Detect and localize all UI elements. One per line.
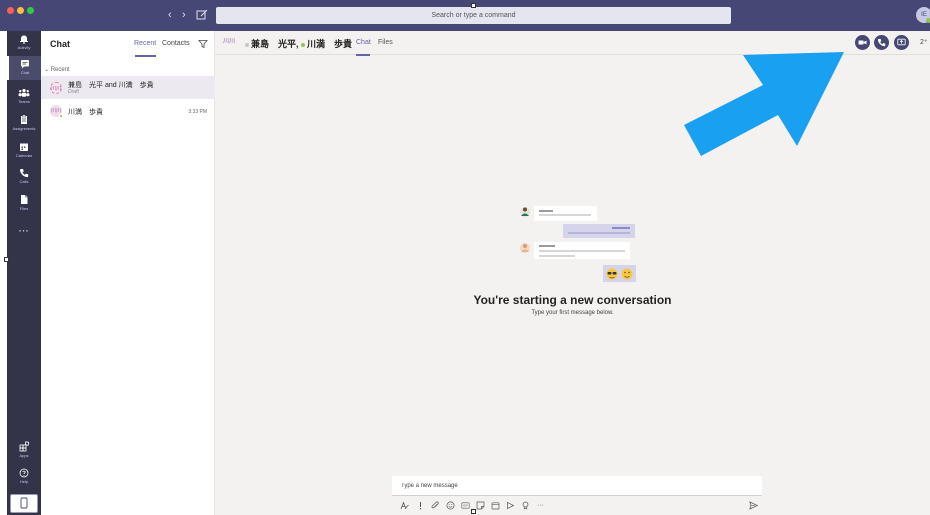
tab-contacts[interactable]: Contacts [162, 40, 190, 47]
mobile-icon [20, 497, 28, 509]
attach-icon[interactable] [431, 501, 440, 510]
participant-name: 川満 歩貴 [307, 39, 353, 49]
conversation-header: 川川 兼島 光平, 川満 歩貴 Chat Files 2⁺ [215, 31, 930, 56]
search-input[interactable]: Search or type a command [216, 7, 731, 24]
add-people-button[interactable]: 2⁺ [920, 38, 928, 46]
empty-state-title: You're starting a new conversation [473, 293, 672, 307]
chat-list-item[interactable]: 川川 川満 歩貴 3:33 PM [41, 100, 215, 123]
tab-recent[interactable]: Recent [134, 40, 156, 47]
title-bar: ‹ › Search or type a command IE [0, 0, 930, 31]
tab-recent-indicator [135, 55, 156, 57]
filter-icon[interactable] [198, 39, 208, 49]
rail-label-help: Help [19, 479, 29, 484]
rail-label-teams: Teams [18, 99, 30, 104]
message-input[interactable] [392, 476, 762, 496]
rail-label-assignments: Assignments [12, 126, 36, 131]
rail-item-activity[interactable]: Activity [7, 34, 41, 50]
rail-item-calendar[interactable]: Calendar [7, 142, 41, 158]
selection-handle [471, 509, 476, 514]
rail-label-calendar: Calendar [15, 153, 33, 158]
rail-label-apps: Apps [19, 453, 29, 458]
assignments-icon [21, 114, 27, 124]
window-maximize-button[interactable] [27, 7, 34, 14]
window-close-button[interactable] [7, 7, 14, 14]
gif-icon[interactable]: GIF [461, 501, 470, 510]
tab-files[interactable]: Files [378, 39, 393, 46]
teams-icon [18, 88, 30, 97]
recent-section-text: Recent [50, 67, 70, 73]
rail-label-calls: Calls [19, 179, 29, 184]
share-screen-button[interactable] [894, 35, 909, 50]
participant-name: 兼島 光平, [251, 39, 299, 49]
svg-text:GIF: GIF [463, 504, 468, 508]
file-icon [21, 195, 28, 204]
rail-label-chat: Chat [20, 70, 30, 75]
rail-item-apps[interactable]: Apps [7, 441, 41, 458]
chat-item-time: 3:33 PM [188, 109, 207, 115]
important-icon[interactable] [416, 501, 425, 510]
stream-icon[interactable] [506, 501, 515, 510]
rail-item-files[interactable]: Files [7, 194, 41, 211]
sticker-icon[interactable] [476, 501, 485, 510]
chat-list-item[interactable]: 川川 兼島 光平 and 川満 歩貴 Draft [41, 76, 215, 99]
group-avatar: 川川 [223, 39, 236, 45]
phone-icon [877, 38, 886, 47]
rail-item-teams[interactable]: Teams [7, 88, 41, 104]
back-button[interactable]: ‹ [168, 9, 172, 21]
calendar-icon [20, 143, 28, 151]
rail-item-calls[interactable]: Calls [7, 168, 41, 184]
chat-item-name: 川満 歩貴 [68, 109, 103, 116]
forward-button[interactable]: › [182, 9, 186, 21]
more-options-icon[interactable]: ··· [536, 501, 545, 510]
conversation-title[interactable]: 兼島 光平, 川満 歩貴 [245, 37, 352, 50]
new-chat-icon[interactable] [196, 9, 208, 21]
chat-item-name: 兼島 光平 and 川満 歩貴 [68, 82, 154, 89]
app-bar: Activity Chat Teams Assignments Calendar… [7, 31, 41, 515]
presence-available-icon [59, 114, 63, 118]
format-icon[interactable] [400, 501, 409, 510]
help-icon [19, 468, 29, 478]
teams-window: ‹ › Search or type a command IE Activity [0, 0, 930, 515]
audio-call-button[interactable] [874, 35, 889, 50]
recent-section-label[interactable]: ⌄ Recent [44, 66, 70, 73]
chat-item-draft: Draft [68, 89, 79, 95]
chat-pane-title: Chat [50, 39, 70, 49]
group-avatar: 川川 [50, 82, 62, 94]
schedule-meeting-icon[interactable] [491, 501, 500, 510]
rail-item-assignments[interactable]: Assignments [7, 114, 41, 131]
chat-icon [21, 60, 29, 69]
selection-handle [4, 257, 9, 262]
screen-share-icon [897, 38, 906, 46]
bell-icon [20, 35, 28, 44]
conversation-pane: 川川 兼島 光平, 川満 歩貴 Chat Files 2⁺ [215, 31, 930, 515]
rail-label-activity: Activity [17, 45, 31, 50]
empty-state-subtitle: Type your first message below. [531, 310, 614, 316]
window-minimize-button[interactable] [17, 7, 24, 14]
send-icon[interactable] [749, 501, 758, 510]
rail-item-chat[interactable]: Chat [7, 56, 41, 80]
message-compose-box [392, 476, 762, 496]
mobile-device-button[interactable] [10, 494, 38, 513]
phone-icon [19, 169, 29, 178]
chat-list-pane: Chat Recent Contacts ⌄ Recent 川川 兼島 光平 a… [41, 31, 215, 515]
emoji-icon[interactable] [446, 501, 455, 510]
video-camera-icon [858, 40, 867, 45]
rail-item-help[interactable]: Help [7, 468, 41, 484]
presence-available-icon [926, 18, 930, 23]
presence-available-icon [301, 42, 306, 47]
tab-chat-indicator [356, 54, 370, 56]
presence-offline-icon [245, 42, 249, 47]
tab-chat[interactable]: Chat [356, 39, 371, 46]
apps-icon [19, 441, 29, 452]
selection-handle [471, 3, 476, 8]
praise-icon[interactable] [521, 501, 530, 510]
more-apps-button[interactable]: ··· [7, 226, 41, 236]
rail-label-files: Files [19, 206, 29, 211]
video-call-button[interactable] [855, 35, 870, 50]
